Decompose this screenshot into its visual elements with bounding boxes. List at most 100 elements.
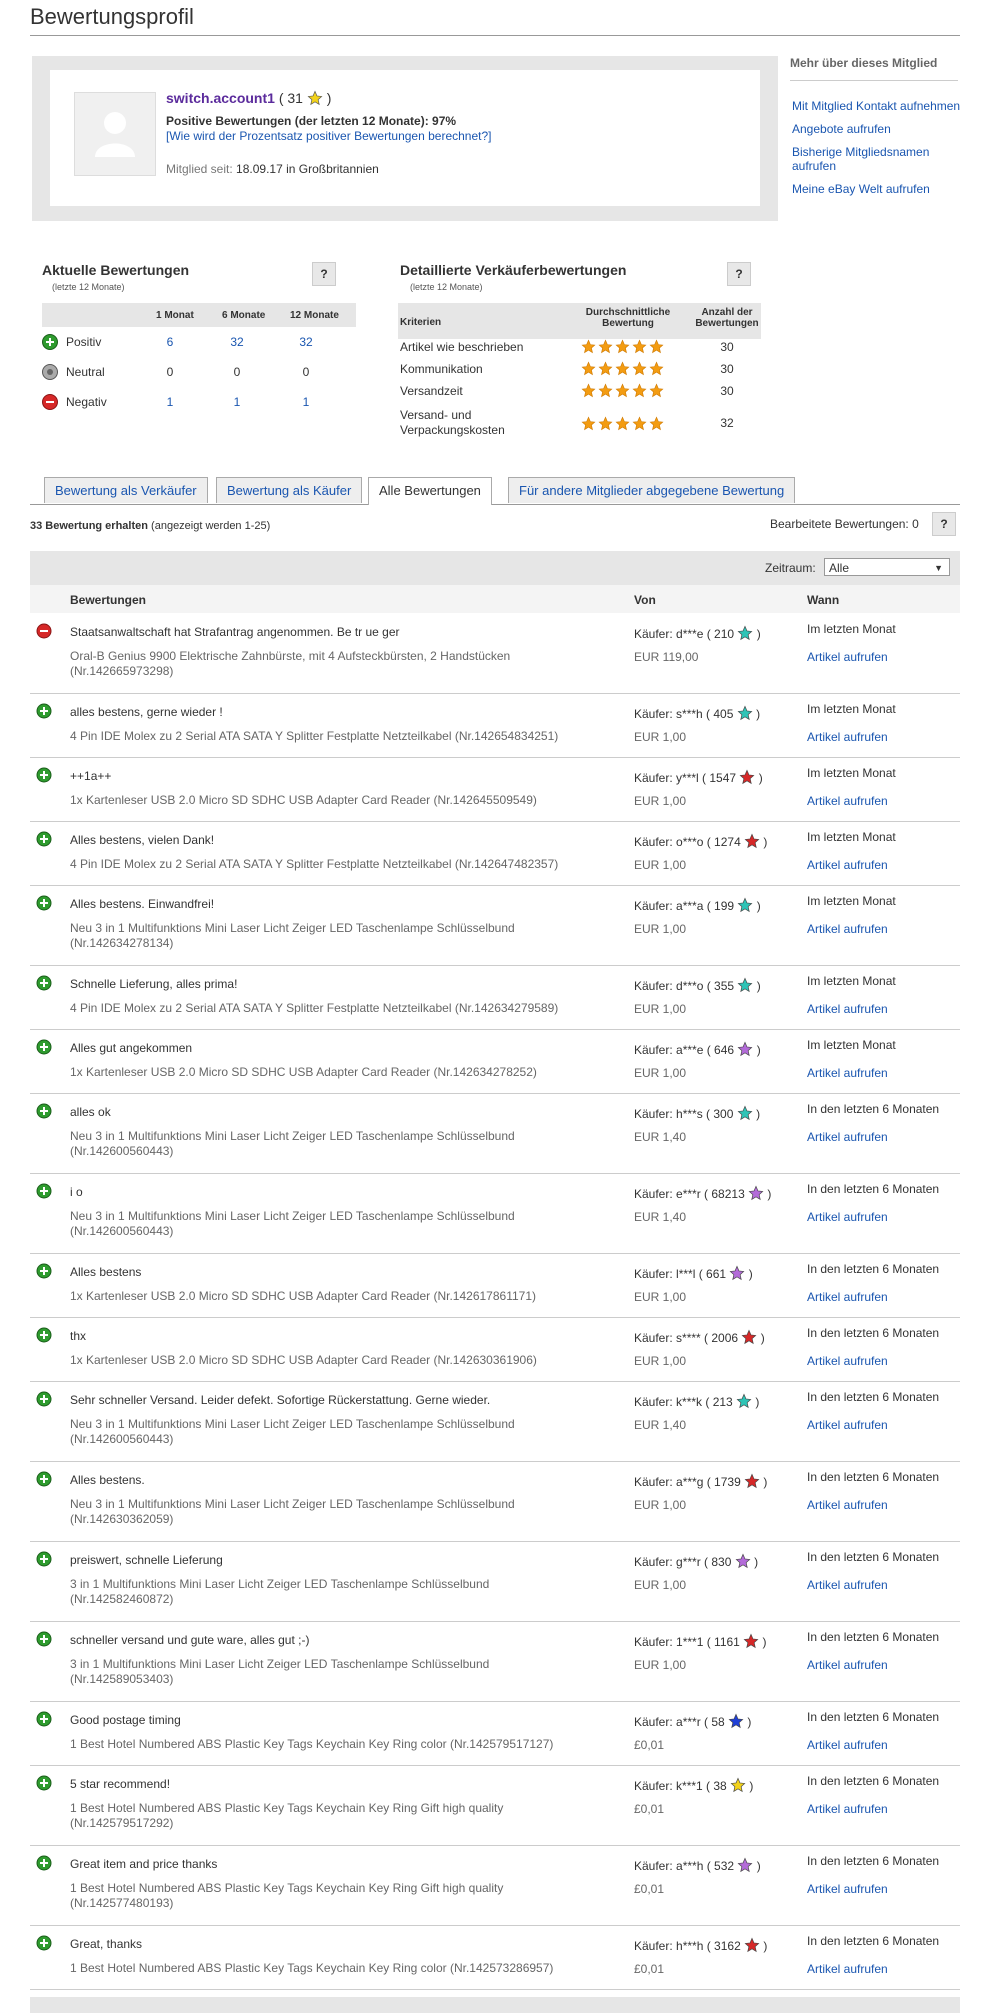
period-select[interactable]: Alle ▼: [824, 558, 950, 576]
percentage-info-link[interactable]: [Wie wird der Prozentsatz positiver Bewe…: [166, 129, 492, 143]
buyer-info: Käufer: o***o ( 1274 ): [634, 833, 768, 849]
view-item-link[interactable]: Artikel aufrufen: [807, 1290, 888, 1304]
item-title[interactable]: 3 in 1 Multifunktions Mini Laser Licht Z…: [70, 1577, 590, 1607]
view-item-link[interactable]: Artikel aufrufen: [807, 1962, 888, 1976]
view-item-link[interactable]: Artikel aufrufen: [807, 794, 888, 808]
buyer-star-icon: [736, 1393, 752, 1409]
item-title[interactable]: 1x Kartenleser USB 2.0 Micro SD SDHC USB…: [70, 1065, 590, 1080]
buyer-star-icon: [737, 1041, 753, 1057]
tab-left-for-others[interactable]: Für andere Mitglieder abgegebene Bewertu…: [508, 477, 796, 503]
positive-feedback-icon: [36, 1103, 52, 1119]
item-title[interactable]: Oral-B Genius 9900 Elektrische Zahnbürst…: [70, 649, 590, 679]
tab-all-feedback[interactable]: Alle Bewertungen: [368, 477, 492, 505]
positive-feedback-icon: [36, 1775, 52, 1791]
contact-member-link[interactable]: Mit Mitglied Kontakt aufnehmen: [792, 99, 962, 113]
item-price: £0,01: [634, 1738, 665, 1752]
edited-help-button[interactable]: ?: [932, 512, 956, 536]
view-item-link[interactable]: Artikel aufrufen: [807, 730, 888, 744]
buyer-star-icon: [730, 1777, 746, 1793]
item-price: EUR 1,40: [634, 1130, 687, 1144]
positive-12m[interactable]: 32: [291, 335, 321, 349]
feedback-comment: i o: [70, 1185, 83, 1199]
buyer-name: Käufer: d***o ( 355: [634, 979, 735, 993]
item-title[interactable]: 1x Kartenleser USB 2.0 Micro SD SDHC USB…: [70, 1289, 590, 1304]
negative-1m[interactable]: 1: [155, 395, 185, 409]
negative-12m[interactable]: 1: [291, 395, 321, 409]
detailed-rating-row: Kommunikation 30: [398, 360, 761, 378]
username-line: switch.account1 ( 31 ): [166, 90, 331, 106]
view-item-link[interactable]: Artikel aufrufen: [807, 1658, 888, 1672]
average-stars: [581, 361, 666, 379]
negative-6m[interactable]: 1: [222, 395, 252, 409]
previous-usernames-link[interactable]: Bisherige Mitgliedsnamen aufrufen: [792, 145, 962, 173]
view-listings-link[interactable]: Angebote aufrufen: [792, 122, 962, 136]
buyer-star-icon: [728, 1713, 744, 1729]
item-title[interactable]: 1 Best Hotel Numbered ABS Plastic Key Ta…: [70, 1801, 590, 1831]
sidebar-divider: [790, 80, 958, 81]
item-title[interactable]: Neu 3 in 1 Multifunktions Mini Laser Lic…: [70, 1129, 590, 1159]
current-ratings-help-button[interactable]: ?: [312, 262, 336, 286]
col-12-months: 12 Monate: [290, 310, 339, 321]
view-item-link[interactable]: Artikel aufrufen: [807, 1130, 888, 1144]
rating-star-icon: [615, 383, 630, 398]
item-title[interactable]: 4 Pin IDE Molex zu 2 Serial ATA SATA Y S…: [70, 1001, 590, 1016]
buyer-star-icon: [737, 705, 753, 721]
member-since-value: 18.09.17 in Großbritannien: [236, 162, 379, 176]
item-title[interactable]: Neu 3 in 1 Multifunktions Mini Laser Lic…: [70, 921, 590, 951]
feedback-comment: Good postage timing: [70, 1713, 181, 1727]
view-item-link[interactable]: Artikel aufrufen: [807, 1210, 888, 1224]
col-count: Anzahl der Bewertungen: [695, 307, 759, 329]
current-ratings-header: 1 Monat 6 Monate 12 Monate: [42, 303, 356, 327]
item-price: EUR 1,00: [634, 1002, 687, 1016]
rating-row-negative: Negativ 1 1 1: [42, 392, 356, 412]
feedback-row: 5 star recommend! 1 Best Hotel Numbered A…: [30, 1765, 960, 1846]
item-title[interactable]: 1 Best Hotel Numbered ABS Plastic Key Ta…: [70, 1737, 590, 1752]
view-item-link[interactable]: Artikel aufrufen: [807, 1802, 888, 1816]
tab-as-seller[interactable]: Bewertung als Verkäufer: [44, 477, 208, 503]
item-title[interactable]: 4 Pin IDE Molex zu 2 Serial ATA SATA Y S…: [70, 857, 590, 872]
item-title[interactable]: Neu 3 in 1 Multifunktions Mini Laser Lic…: [70, 1209, 590, 1239]
positive-1m[interactable]: 6: [155, 335, 185, 349]
neutral-1m: 0: [166, 365, 174, 379]
view-item-link[interactable]: Artikel aufrufen: [807, 858, 888, 872]
positive-6m[interactable]: 32: [222, 335, 252, 349]
view-item-link[interactable]: Artikel aufrufen: [807, 922, 888, 936]
item-title[interactable]: 1 Best Hotel Numbered ABS Plastic Key Ta…: [70, 1881, 590, 1911]
item-title[interactable]: 1 Best Hotel Numbered ABS Plastic Key Ta…: [70, 1961, 590, 1976]
rating-count: 30: [720, 362, 734, 376]
item-title[interactable]: 3 in 1 Multifunktions Mini Laser Licht Z…: [70, 1657, 590, 1687]
username-link[interactable]: switch.account1: [166, 90, 275, 106]
buyer-name: Käufer: s**** ( 2006: [634, 1331, 739, 1345]
buyer-info: Käufer: g***r ( 830 ): [634, 1553, 759, 1569]
item-title[interactable]: Neu 3 in 1 Multifunktions Mini Laser Lic…: [70, 1417, 590, 1447]
feedback-row: Alles bestens. Einwandfrei! Neu 3 in 1 Mu…: [30, 885, 960, 966]
negative-icon: [42, 394, 58, 410]
rating-count: 30: [720, 384, 734, 398]
buyer-name: Käufer: d***e ( 210: [634, 627, 735, 641]
view-item-link[interactable]: Artikel aufrufen: [807, 1418, 888, 1432]
view-item-link[interactable]: Artikel aufrufen: [807, 1002, 888, 1016]
item-title[interactable]: 1x Kartenleser USB 2.0 Micro SD SDHC USB…: [70, 1353, 590, 1368]
view-item-link[interactable]: Artikel aufrufen: [807, 1578, 888, 1592]
buyer-info: Käufer: d***e ( 210 ): [634, 625, 761, 641]
rating-count: 32: [720, 416, 734, 430]
item-title[interactable]: 4 Pin IDE Molex zu 2 Serial ATA SATA Y S…: [70, 729, 590, 744]
my-ebay-world-link[interactable]: Meine eBay Welt aufrufen: [792, 182, 962, 196]
rating-star-icon: [615, 339, 630, 354]
view-item-link[interactable]: Artikel aufrufen: [807, 1498, 888, 1512]
item-price: EUR 119,00: [634, 650, 699, 664]
feedback-comment: Schnelle Lieferung, alles prima!: [70, 977, 238, 991]
tab-as-buyer[interactable]: Bewertung als Käufer: [216, 477, 363, 503]
detailed-ratings-help-button[interactable]: ?: [727, 262, 751, 286]
view-item-link[interactable]: Artikel aufrufen: [807, 1066, 888, 1080]
view-item-link[interactable]: Artikel aufrufen: [807, 1354, 888, 1368]
buyer-info: Käufer: e***r ( 68213 ): [634, 1185, 772, 1201]
item-title[interactable]: Neu 3 in 1 Multifunktions Mini Laser Lic…: [70, 1497, 590, 1527]
view-item-link[interactable]: Artikel aufrufen: [807, 1882, 888, 1896]
item-title[interactable]: 1x Kartenleser USB 2.0 Micro SD SDHC USB…: [70, 793, 590, 808]
view-item-link[interactable]: Artikel aufrufen: [807, 1738, 888, 1752]
view-item-link[interactable]: Artikel aufrufen: [807, 650, 888, 664]
item-price: £0,01: [634, 1882, 665, 1896]
title-divider: [30, 35, 960, 36]
member-since: Mitglied seit: 18.09.17 in Großbritannie…: [166, 162, 379, 176]
